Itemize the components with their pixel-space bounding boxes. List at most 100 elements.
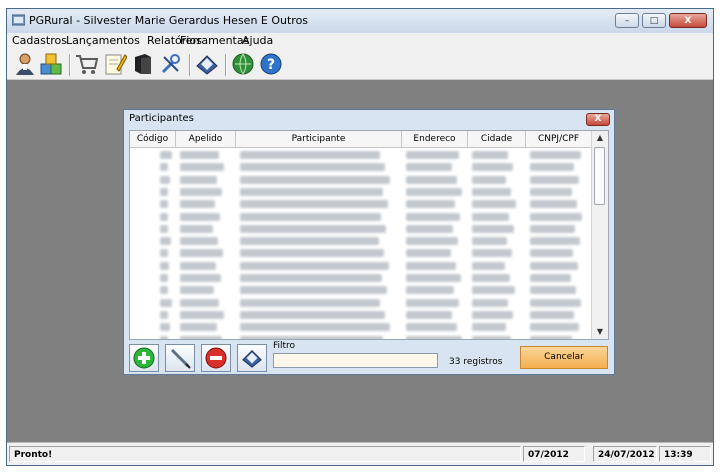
blurred-cell (160, 200, 168, 209)
blurred-cell (472, 335, 511, 339)
blurred-cell (240, 237, 379, 246)
col-cidade[interactable]: Cidade (468, 131, 526, 147)
table-row[interactable] (130, 260, 592, 273)
plus-icon (133, 347, 155, 369)
add-button[interactable] (129, 344, 159, 372)
table-row[interactable] (130, 297, 592, 310)
cancel-button[interactable]: Cancelar (520, 346, 608, 369)
dialog-close-button[interactable]: X (586, 113, 610, 126)
table-row[interactable] (130, 235, 592, 248)
blurred-cell (180, 175, 217, 184)
blurred-cell (160, 310, 168, 319)
blurred-cell (472, 224, 514, 233)
dialog-actions: Filtro 33 registros Cancelar (129, 341, 609, 373)
close-window-button[interactable]: X (669, 13, 707, 28)
col-codigo[interactable]: Código (130, 131, 176, 147)
menu-ajuda[interactable]: Ajuda (242, 34, 273, 47)
blurred-cell (530, 274, 571, 282)
blurred-cell (406, 274, 461, 282)
table-row[interactable] (130, 174, 592, 187)
blurred-cell (180, 224, 213, 233)
blurred-cell (530, 298, 581, 307)
minus-icon (205, 347, 227, 369)
table-row[interactable] (130, 149, 592, 162)
clear-filter-button[interactable] (237, 344, 267, 372)
blurred-cell (406, 187, 462, 196)
cart-icon[interactable] (75, 52, 99, 76)
blurred-cell (530, 151, 581, 159)
blurred-cell (406, 163, 452, 172)
blurred-cell (180, 274, 221, 282)
boxes-icon[interactable] (39, 52, 63, 76)
scroll-up-icon[interactable]: ▲ (592, 131, 608, 145)
col-cnpj[interactable]: CNPJ/CPF (526, 131, 592, 147)
blurred-cell (240, 187, 383, 196)
toolbar-separator (189, 54, 191, 76)
blurred-cell (240, 200, 388, 209)
globe-icon[interactable] (231, 52, 255, 76)
blurred-cell (530, 323, 579, 332)
blurred-cell (406, 249, 451, 258)
participants-grid[interactable]: Código Apelido Participante Endereco Cid… (129, 130, 609, 340)
table-row[interactable] (130, 309, 592, 322)
notepad-icon[interactable] (103, 52, 127, 76)
blurred-cell (160, 237, 171, 246)
table-row[interactable] (130, 284, 592, 297)
blurred-cell (240, 298, 380, 307)
blurred-cell (160, 187, 168, 196)
table-row[interactable] (130, 223, 592, 236)
book-icon[interactable] (131, 52, 155, 76)
blurred-cell (240, 163, 385, 172)
menu-ferramentas[interactable]: Ferramentas (180, 34, 249, 47)
grid-scrollbar[interactable]: ▲ ▼ (591, 131, 608, 339)
toolbar: ? (7, 49, 713, 80)
blurred-cell (406, 298, 459, 307)
table-row[interactable] (130, 272, 592, 285)
blurred-cell (160, 249, 168, 258)
blurred-cell (160, 151, 172, 159)
status-date: 24/07/2012 (593, 446, 657, 462)
scroll-thumb[interactable] (594, 147, 605, 205)
blurred-cell (180, 163, 224, 172)
status-time: 13:39 (659, 446, 711, 462)
col-participante[interactable]: Participante (236, 131, 402, 147)
menu-cadastros[interactable]: Cadastros (12, 34, 67, 47)
blurred-cell (530, 163, 574, 172)
blurred-cell (406, 224, 453, 233)
blurred-cell (530, 335, 572, 339)
blurred-cell (180, 151, 219, 159)
filter-input[interactable] (273, 353, 438, 368)
blurred-cell (472, 274, 510, 282)
table-row[interactable] (130, 198, 592, 211)
col-endereco[interactable]: Endereco (402, 131, 468, 147)
people-icon[interactable] (13, 52, 37, 76)
blurred-cell (160, 175, 170, 184)
eraser-icon[interactable] (195, 52, 219, 76)
maximize-button[interactable]: □ (642, 13, 666, 28)
blurred-cell (472, 200, 516, 209)
blurred-cell (160, 274, 168, 282)
filter-label: Filtro (273, 341, 296, 351)
help-icon[interactable]: ? (259, 52, 283, 76)
tools-icon[interactable] (159, 52, 183, 76)
scroll-down-icon[interactable]: ▼ (592, 325, 608, 339)
table-row[interactable] (130, 186, 592, 199)
table-row[interactable] (130, 161, 592, 174)
close-icon: X (684, 15, 692, 26)
application-window: PGRural - Silvester Marie Gerardus Hesen… (6, 8, 714, 466)
blurred-cell (472, 298, 508, 307)
table-row[interactable] (130, 334, 592, 339)
edit-button[interactable] (165, 344, 195, 372)
menu-lancamentos[interactable]: Lançamentos (66, 34, 140, 47)
table-row[interactable] (130, 247, 592, 260)
blurred-cell (406, 335, 462, 339)
table-row[interactable] (130, 321, 592, 334)
blurred-cell (240, 286, 387, 295)
blurred-cell (180, 261, 216, 270)
table-row[interactable] (130, 211, 592, 224)
blurred-cell (406, 261, 456, 270)
delete-button[interactable] (201, 344, 231, 372)
blurred-cell (406, 310, 452, 319)
col-apelido[interactable]: Apelido (176, 131, 236, 147)
minimize-button[interactable]: – (615, 13, 639, 28)
